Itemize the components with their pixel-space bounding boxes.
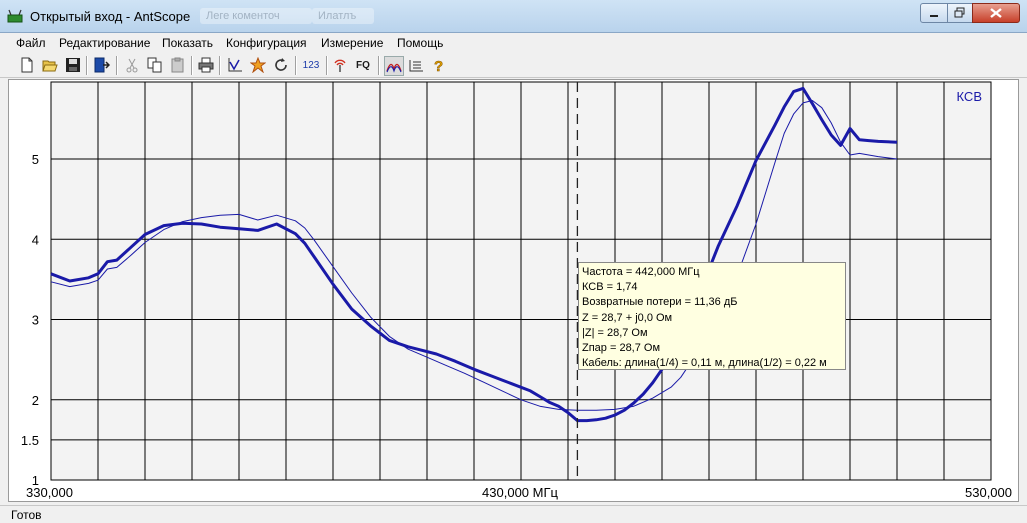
print-button[interactable] xyxy=(197,56,215,74)
help-button[interactable]: ? xyxy=(429,56,447,74)
close-icon xyxy=(990,8,1002,18)
toolbar-separator xyxy=(295,56,297,75)
tooltip-return-loss: Возвратные потери = 11,36 дБ xyxy=(582,296,738,309)
tooltip-cable-length: Кабель: длина(1/4) = 0,11 м, длина(1/2) … xyxy=(582,357,827,370)
cut-icon xyxy=(126,58,138,73)
graph-icon xyxy=(228,58,242,72)
star-icon xyxy=(250,57,266,73)
fq-icon: FQ xyxy=(356,59,370,71)
menu-edit[interactable]: Редактирование xyxy=(59,36,150,50)
cut-button[interactable] xyxy=(123,56,141,74)
open-button[interactable] xyxy=(41,56,59,74)
refresh-icon xyxy=(275,58,287,71)
paste-icon xyxy=(171,57,184,73)
background-tab: Леге коменточ xyxy=(200,8,312,24)
paste-button[interactable] xyxy=(169,56,187,74)
toolbar-separator xyxy=(219,56,221,75)
new-file-icon xyxy=(21,57,33,73)
menu-help[interactable]: Помощь xyxy=(397,36,443,50)
toolbar-separator xyxy=(378,56,380,75)
close-button[interactable] xyxy=(972,3,1020,23)
antenna-icon xyxy=(334,59,346,72)
menu-view[interactable]: Показать xyxy=(162,36,213,50)
toolbar-separator xyxy=(86,56,88,75)
toolbar-separator xyxy=(326,56,328,75)
tooltip-impedance: Z = 28,7 + j0,0 Ом xyxy=(582,311,673,324)
refresh-button[interactable] xyxy=(272,56,290,74)
export-button[interactable] xyxy=(93,56,111,74)
copy-button[interactable] xyxy=(146,56,164,74)
help-icon: ? xyxy=(434,58,444,73)
print-icon xyxy=(198,57,214,73)
tooltip-parallel-impedance: Zпар = 28,7 Ом xyxy=(582,342,661,355)
maximize-button[interactable] xyxy=(947,3,973,23)
numbers-icon: 123 xyxy=(302,59,320,71)
svg-text:?: ? xyxy=(434,58,443,73)
menu-configuration[interactable]: Конфигурация xyxy=(226,36,307,50)
tooltip-frequency: Частота = 442,000 МГц xyxy=(582,266,700,278)
plot-area[interactable] xyxy=(8,79,1019,502)
save-icon xyxy=(66,58,80,72)
export-icon xyxy=(94,57,110,73)
list-button[interactable] xyxy=(407,56,425,74)
menu-measurement[interactable]: Измерение xyxy=(321,36,383,50)
graph-button[interactable] xyxy=(226,56,244,74)
curves-button[interactable] xyxy=(384,56,404,76)
status-text: Готов xyxy=(11,508,42,522)
toolbar-separator xyxy=(116,56,118,75)
restore-icon xyxy=(954,7,965,18)
tooltip-impedance-magnitude: |Z| = 28,7 Ом xyxy=(582,326,648,339)
new-file-button[interactable] xyxy=(18,56,36,74)
minimize-icon xyxy=(930,15,938,17)
title-bar: Открытый вход - AntScope Леге коменточ И… xyxy=(0,0,1027,33)
toolbar-separator xyxy=(191,56,193,75)
window-title: Открытый вход - AntScope xyxy=(30,9,191,24)
measurement-tooltip: Частота = 442,000 МГц КСВ = 1,74 Возврат… xyxy=(578,262,846,370)
list-icon xyxy=(409,60,423,72)
copy-icon xyxy=(147,57,162,73)
menu-bar: Файл Редактирование Показать Конфигураци… xyxy=(0,33,1027,53)
minimize-button[interactable] xyxy=(920,3,948,23)
status-bar: Готов xyxy=(0,505,1027,523)
open-folder-icon xyxy=(42,60,58,72)
toolbar: 123 FQ ? xyxy=(0,53,1027,78)
fq-button[interactable]: FQ xyxy=(353,56,373,74)
curves-icon xyxy=(386,63,402,73)
menu-file[interactable]: Файл xyxy=(16,36,46,50)
background-tab: Илатлъ xyxy=(312,8,374,24)
numbers-button[interactable]: 123 xyxy=(301,56,321,74)
star-button[interactable] xyxy=(249,56,267,74)
antscope-app-icon[interactable] xyxy=(7,9,23,23)
antenna-button[interactable] xyxy=(331,56,349,74)
tooltip-swr: КСВ = 1,74 xyxy=(582,281,638,294)
save-button[interactable] xyxy=(64,56,82,74)
